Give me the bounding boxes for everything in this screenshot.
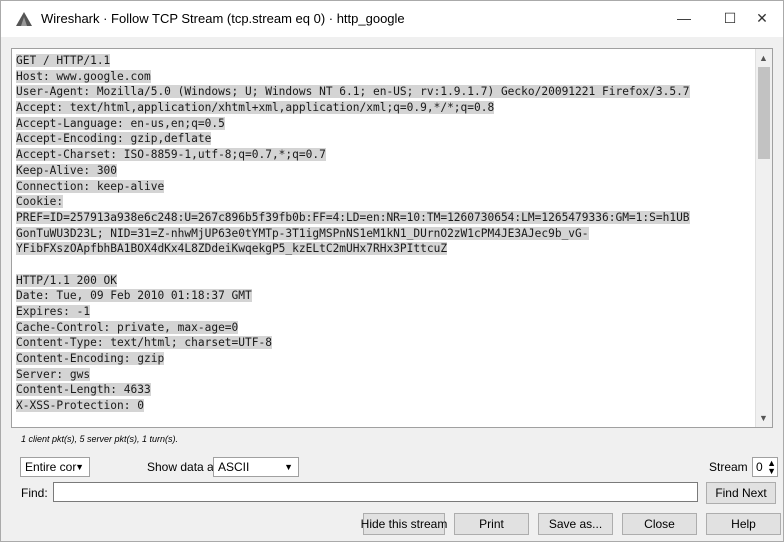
stream-line: YFibFXszOApfbhBA1BOX4dKx4L8ZDdeiKwqekgP5… — [16, 241, 754, 257]
stream-line: GET / HTTP/1.1 — [16, 53, 754, 69]
chevron-down-icon[interactable]: ▼ — [759, 413, 768, 423]
stream-line: Cookie: — [16, 194, 754, 210]
server-text: Content-Type: text/html; charset=UTF-8 — [16, 336, 272, 350]
scrollbar-thumb[interactable] — [758, 67, 770, 159]
stream-line: Host: www.google.com — [16, 69, 754, 85]
help-button[interactable]: Help — [706, 513, 781, 535]
stream-line: Expires: -1 — [16, 304, 754, 320]
show-data-select-value: ASCII — [218, 460, 250, 474]
stream-line: Accept: text/html,application/xhtml+xml,… — [16, 100, 754, 116]
server-text: Server: gws — [16, 367, 91, 381]
stream-line: Cache-Control: private, max-age=0 — [16, 320, 754, 336]
client-text: PREF=ID=257913a938e6c248:U=267c896b5f39f… — [16, 210, 690, 224]
show-data-select[interactable]: ASCII ▼ — [213, 457, 299, 477]
stream-line: Accept-Language: en-us,en;q=0.5 — [16, 116, 754, 132]
conversation-select[interactable]: Entire cor ▼ — [20, 457, 90, 477]
stream-line: X-XSS-Protection: 0 — [16, 398, 754, 414]
close-button[interactable]: Close — [622, 513, 697, 535]
client-text: GET / HTTP/1.1 — [16, 54, 111, 67]
stream-line: PREF=ID=257913a938e6c248:U=267c896b5f39f… — [16, 210, 754, 226]
spin-updown-icon[interactable]: ▲ ▼ — [767, 459, 776, 476]
vertical-scrollbar[interactable]: ▲ ▼ — [755, 49, 772, 427]
wireshark-fin-icon — [16, 12, 32, 26]
chevron-up-icon[interactable]: ▲ — [759, 53, 768, 63]
client-text: GonTuWU3D23L; NID=31=Z-nhwMjUP63e0tYMTp-… — [16, 226, 589, 240]
stream-number-value: 0 — [756, 460, 763, 474]
title-bar[interactable]: Wireshark · Follow TCP Stream (tcp.strea… — [1, 1, 783, 37]
client-text: Keep-Alive: 300 — [16, 163, 118, 177]
server-text: HTTP/1.1 200 OK — [16, 273, 118, 287]
stream-line: Content-Length: 4633 — [16, 382, 754, 398]
stream-number-spinbox[interactable]: 0 ▲ ▼ — [752, 457, 778, 477]
client-text: Accept-Charset: ISO-8859-1,utf-8;q=0.7,*… — [16, 148, 326, 162]
client-text: Host: www.google.com — [16, 69, 151, 83]
client-text: User-Agent: Mozilla/5.0 (Windows; U; Win… — [16, 85, 690, 99]
client-text: YFibFXszOApfbhBA1BOX4dKx4L8ZDdeiKwqekgP5… — [16, 242, 448, 256]
client-text: Connection: keep-alive — [16, 179, 165, 193]
stream-line: Content-Encoding: gzip — [16, 351, 754, 367]
stream-line: Keep-Alive: 300 — [16, 163, 754, 179]
stream-label: Stream — [709, 460, 748, 474]
minimize-button[interactable]: — — [661, 1, 707, 35]
server-text: Content-Length: 4633 — [16, 383, 151, 397]
close-window-button[interactable]: ✕ — [739, 1, 784, 35]
window-title: Wireshark · Follow TCP Stream (tcp.strea… — [41, 11, 405, 26]
server-text: Cache-Control: private, max-age=0 — [16, 320, 239, 334]
hide-stream-button[interactable]: Hide this stream — [361, 513, 447, 535]
find-input[interactable] — [53, 482, 698, 502]
stream-line: Connection: keep-alive — [16, 179, 754, 195]
caret-down-icon: ▼ — [75, 462, 84, 472]
stream-line: HTTP/1.1 200 OK — [16, 273, 754, 289]
stream-summary: 1 client pkt(s), 5 server pkt(s), 1 turn… — [21, 434, 179, 444]
stream-line: Accept-Encoding: gzip,deflate — [16, 131, 754, 147]
client-text: Accept-Encoding: gzip,deflate — [16, 132, 212, 146]
print-button[interactable]: Print — [454, 513, 529, 535]
server-text: Content-Encoding: gzip — [16, 352, 165, 366]
stream-line: Date: Tue, 09 Feb 2010 01:18:37 GMT — [16, 288, 754, 304]
stream-line: Server: gws — [16, 367, 754, 383]
find-label: Find: — [21, 486, 48, 500]
stream-content[interactable]: GET / HTTP/1.1 Host: www.google.com User-A… — [11, 48, 773, 428]
follow-stream-window: Wireshark · Follow TCP Stream (tcp.strea… — [0, 0, 784, 542]
stream-line — [16, 257, 754, 273]
server-text: Expires: -1 — [16, 305, 91, 318]
client-text: Accept-Language: en-us,en;q=0.5 — [16, 116, 225, 130]
stream-line: Accept-Charset: ISO-8859-1,utf-8;q=0.7,*… — [16, 147, 754, 163]
client-text: Accept: text/html,application/xhtml+xml,… — [16, 101, 495, 115]
server-text: Date: Tue, 09 Feb 2010 01:18:37 GMT — [16, 289, 252, 303]
conversation-select-value: Entire cor — [25, 460, 77, 474]
stream-line: User-Agent: Mozilla/5.0 (Windows; U; Win… — [16, 84, 754, 100]
show-data-label: Show data as — [147, 460, 220, 474]
find-next-button[interactable]: Find Next — [706, 482, 776, 504]
save-as-button[interactable]: Save as... — [538, 513, 613, 535]
stream-line: GonTuWU3D23L; NID=31=Z-nhwMjUP63e0tYMTp-… — [16, 226, 754, 242]
client-text: Cookie: — [16, 195, 64, 209]
stream-text[interactable]: GET / HTTP/1.1 Host: www.google.com User-A… — [16, 53, 754, 414]
caret-down-icon: ▼ — [284, 462, 293, 472]
server-text: X-XSS-Protection: 0 — [16, 399, 144, 413]
stream-line: Content-Type: text/html; charset=UTF-8 — [16, 335, 754, 351]
